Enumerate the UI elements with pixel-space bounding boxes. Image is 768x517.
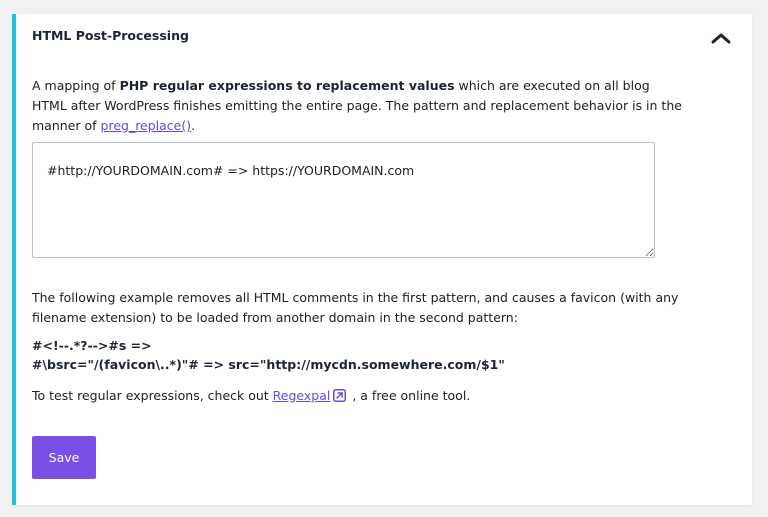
html-post-processing-panel: HTML Post-Processing A mapping of PHP re… bbox=[12, 14, 752, 505]
intro-text-end: . bbox=[191, 118, 196, 133]
example-description: The following example removes all HTML c… bbox=[32, 290, 679, 325]
regexpal-link[interactable]: Regexpal bbox=[273, 388, 331, 403]
intro-text: A mapping of bbox=[32, 78, 120, 93]
collapse-toggle-button[interactable] bbox=[710, 30, 732, 46]
preg-replace-link[interactable]: preg_replace() bbox=[101, 118, 192, 133]
test-text-after: , a free online tool. bbox=[348, 388, 471, 403]
test-text: To test regular expressions, check out bbox=[32, 388, 273, 403]
regex-mapping-textarea[interactable] bbox=[32, 142, 655, 258]
intro-bold-text: PHP regular expressions to replacement v… bbox=[119, 78, 455, 93]
external-link-icon[interactable] bbox=[333, 388, 347, 408]
panel-title: HTML Post-Processing bbox=[32, 28, 189, 43]
intro-description: A mapping of PHP regular expressions to … bbox=[32, 76, 682, 136]
test-regex-line: To test regular expressions, check out R… bbox=[32, 386, 682, 408]
example-patterns: #<!--.*?-->#s => #\bsrc="/(favicon\..*)"… bbox=[32, 336, 682, 374]
example-pattern-2: #\bsrc="/(favicon\..*)"# => src="http://… bbox=[32, 357, 505, 372]
example-pattern-1: #<!--.*?-->#s => bbox=[32, 338, 152, 353]
chevron-up-icon bbox=[710, 30, 732, 46]
save-button[interactable]: Save bbox=[32, 436, 96, 479]
